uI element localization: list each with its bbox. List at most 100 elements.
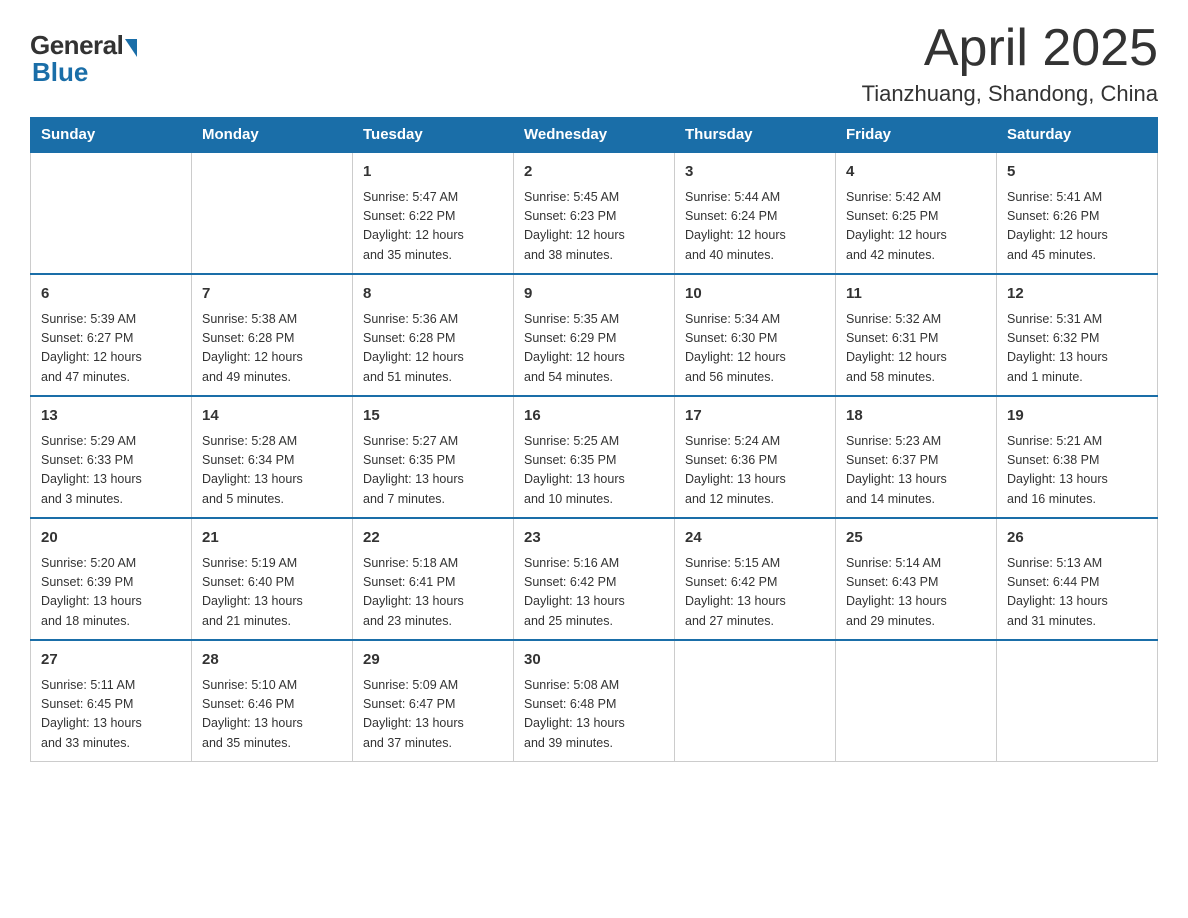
day-info: Sunrise: 5:42 AMSunset: 6:25 PMDaylight:… (846, 188, 986, 266)
calendar-cell: 30 Sunrise: 5:08 AMSunset: 6:48 PMDayligh… (514, 640, 675, 762)
logo-blue-text: Blue (32, 57, 88, 88)
day-number: 16 (524, 405, 664, 428)
calendar-cell: 12 Sunrise: 5:31 AMSunset: 6:32 PMDayligh… (997, 274, 1158, 396)
weekday-header-tuesday: Tuesday (353, 118, 514, 153)
day-info: Sunrise: 5:25 AMSunset: 6:35 PMDaylight:… (524, 432, 664, 510)
calendar-cell: 4 Sunrise: 5:42 AMSunset: 6:25 PMDaylight… (836, 152, 997, 274)
day-number: 18 (846, 405, 986, 428)
calendar-cell: 22 Sunrise: 5:18 AMSunset: 6:41 PMDayligh… (353, 518, 514, 640)
day-number: 8 (363, 283, 503, 306)
day-number: 1 (363, 161, 503, 184)
day-info: Sunrise: 5:35 AMSunset: 6:29 PMDaylight:… (524, 310, 664, 388)
calendar-cell: 11 Sunrise: 5:32 AMSunset: 6:31 PMDayligh… (836, 274, 997, 396)
calendar-cell: 7Sunrise: 5:38 AMSunset: 6:28 PMDaylight… (192, 274, 353, 396)
calendar-cell: 25Sunrise: 5:14 AMSunset: 6:43 PMDayligh… (836, 518, 997, 640)
day-info: Sunrise: 5:10 AMSunset: 6:46 PMDaylight:… (202, 676, 342, 754)
calendar-cell: 18 Sunrise: 5:23 AMSunset: 6:37 PMDayligh… (836, 396, 997, 518)
day-info: Sunrise: 5:31 AMSunset: 6:32 PMDaylight:… (1007, 310, 1147, 388)
calendar-cell: 26 Sunrise: 5:13 AMSunset: 6:44 PMDayligh… (997, 518, 1158, 640)
calendar-cell (836, 640, 997, 762)
day-info: Sunrise: 5:45 AMSunset: 6:23 PMDaylight:… (524, 188, 664, 266)
calendar-cell: 15 Sunrise: 5:27 AMSunset: 6:35 PMDayligh… (353, 396, 514, 518)
calendar-cell (192, 152, 353, 274)
day-number: 21 (202, 527, 342, 550)
calendar-cell: 17 Sunrise: 5:24 AMSunset: 6:36 PMDayligh… (675, 396, 836, 518)
day-number: 3 (685, 161, 825, 184)
calendar-cell: 1 Sunrise: 5:47 AMSunset: 6:22 PMDaylight… (353, 152, 514, 274)
day-number: 14 (202, 405, 342, 428)
calendar-cell: 9Sunrise: 5:35 AMSunset: 6:29 PMDaylight… (514, 274, 675, 396)
day-number: 24 (685, 527, 825, 550)
weekday-header-monday: Monday (192, 118, 353, 153)
calendar-cell: 14 Sunrise: 5:28 AMSunset: 6:34 PMDayligh… (192, 396, 353, 518)
calendar-cell: 29 Sunrise: 5:09 AMSunset: 6:47 PMDayligh… (353, 640, 514, 762)
day-number: 2 (524, 161, 664, 184)
day-info: Sunrise: 5:29 AMSunset: 6:33 PMDaylight:… (41, 432, 181, 510)
calendar-cell: 3 Sunrise: 5:44 AMSunset: 6:24 PMDaylight… (675, 152, 836, 274)
day-info: Sunrise: 5:41 AMSunset: 6:26 PMDaylight:… (1007, 188, 1147, 266)
day-number: 7 (202, 283, 342, 306)
day-number: 22 (363, 527, 503, 550)
day-number: 15 (363, 405, 503, 428)
calendar-cell: 8 Sunrise: 5:36 AMSunset: 6:28 PMDaylight… (353, 274, 514, 396)
day-info: Sunrise: 5:13 AMSunset: 6:44 PMDaylight:… (1007, 554, 1147, 632)
month-title: April 2025 (862, 20, 1158, 77)
day-number: 11 (846, 283, 986, 306)
calendar-cell: 21 Sunrise: 5:19 AMSunset: 6:40 PMDayligh… (192, 518, 353, 640)
day-info: Sunrise: 5:34 AMSunset: 6:30 PMDaylight:… (685, 310, 825, 388)
day-number: 26 (1007, 527, 1147, 550)
weekday-header-wednesday: Wednesday (514, 118, 675, 153)
day-info: Sunrise: 5:32 AMSunset: 6:31 PMDaylight:… (846, 310, 986, 388)
day-number: 28 (202, 649, 342, 672)
day-number: 17 (685, 405, 825, 428)
day-info: Sunrise: 5:21 AMSunset: 6:38 PMDaylight:… (1007, 432, 1147, 510)
day-info: Sunrise: 5:19 AMSunset: 6:40 PMDaylight:… (202, 554, 342, 632)
calendar-week-row: 6 Sunrise: 5:39 AMSunset: 6:27 PMDaylight… (31, 274, 1158, 396)
day-info: Sunrise: 5:20 AMSunset: 6:39 PMDaylight:… (41, 554, 181, 632)
calendar-header-row: SundayMondayTuesdayWednesdayThursdayFrid… (31, 118, 1158, 153)
day-info: Sunrise: 5:18 AMSunset: 6:41 PMDaylight:… (363, 554, 503, 632)
calendar-cell (997, 640, 1158, 762)
day-info: Sunrise: 5:15 AMSunset: 6:42 PMDaylight:… (685, 554, 825, 632)
calendar-week-row: 20Sunrise: 5:20 AMSunset: 6:39 PMDayligh… (31, 518, 1158, 640)
day-info: Sunrise: 5:39 AMSunset: 6:27 PMDaylight:… (41, 310, 181, 388)
weekday-header-saturday: Saturday (997, 118, 1158, 153)
day-info: Sunrise: 5:08 AMSunset: 6:48 PMDaylight:… (524, 676, 664, 754)
day-number: 23 (524, 527, 664, 550)
day-info: Sunrise: 5:44 AMSunset: 6:24 PMDaylight:… (685, 188, 825, 266)
logo: General Blue (30, 30, 137, 88)
calendar-table: SundayMondayTuesdayWednesdayThursdayFrid… (30, 117, 1158, 762)
day-number: 13 (41, 405, 181, 428)
day-info: Sunrise: 5:11 AMSunset: 6:45 PMDaylight:… (41, 676, 181, 754)
day-info: Sunrise: 5:47 AMSunset: 6:22 PMDaylight:… (363, 188, 503, 266)
weekday-header-thursday: Thursday (675, 118, 836, 153)
calendar-week-row: 27 Sunrise: 5:11 AMSunset: 6:45 PMDayligh… (31, 640, 1158, 762)
day-info: Sunrise: 5:16 AMSunset: 6:42 PMDaylight:… (524, 554, 664, 632)
day-number: 30 (524, 649, 664, 672)
day-number: 6 (41, 283, 181, 306)
calendar-week-row: 1 Sunrise: 5:47 AMSunset: 6:22 PMDaylight… (31, 152, 1158, 274)
location-text: Tianzhuang, Shandong, China (862, 81, 1158, 107)
day-number: 27 (41, 649, 181, 672)
day-number: 10 (685, 283, 825, 306)
calendar-cell: 23 Sunrise: 5:16 AMSunset: 6:42 PMDayligh… (514, 518, 675, 640)
day-number: 4 (846, 161, 986, 184)
calendar-cell (675, 640, 836, 762)
day-number: 29 (363, 649, 503, 672)
day-info: Sunrise: 5:36 AMSunset: 6:28 PMDaylight:… (363, 310, 503, 388)
calendar-week-row: 13 Sunrise: 5:29 AMSunset: 6:33 PMDayligh… (31, 396, 1158, 518)
calendar-cell: 28 Sunrise: 5:10 AMSunset: 6:46 PMDayligh… (192, 640, 353, 762)
day-info: Sunrise: 5:23 AMSunset: 6:37 PMDaylight:… (846, 432, 986, 510)
calendar-cell: 10 Sunrise: 5:34 AMSunset: 6:30 PMDayligh… (675, 274, 836, 396)
day-info: Sunrise: 5:27 AMSunset: 6:35 PMDaylight:… (363, 432, 503, 510)
calendar-cell: 19Sunrise: 5:21 AMSunset: 6:38 PMDayligh… (997, 396, 1158, 518)
day-info: Sunrise: 5:24 AMSunset: 6:36 PMDaylight:… (685, 432, 825, 510)
calendar-cell: 20Sunrise: 5:20 AMSunset: 6:39 PMDayligh… (31, 518, 192, 640)
weekday-header-sunday: Sunday (31, 118, 192, 153)
day-info: Sunrise: 5:28 AMSunset: 6:34 PMDaylight:… (202, 432, 342, 510)
weekday-header-friday: Friday (836, 118, 997, 153)
calendar-cell: 6 Sunrise: 5:39 AMSunset: 6:27 PMDaylight… (31, 274, 192, 396)
day-number: 12 (1007, 283, 1147, 306)
day-info: Sunrise: 5:09 AMSunset: 6:47 PMDaylight:… (363, 676, 503, 754)
calendar-cell: 2 Sunrise: 5:45 AMSunset: 6:23 PMDaylight… (514, 152, 675, 274)
